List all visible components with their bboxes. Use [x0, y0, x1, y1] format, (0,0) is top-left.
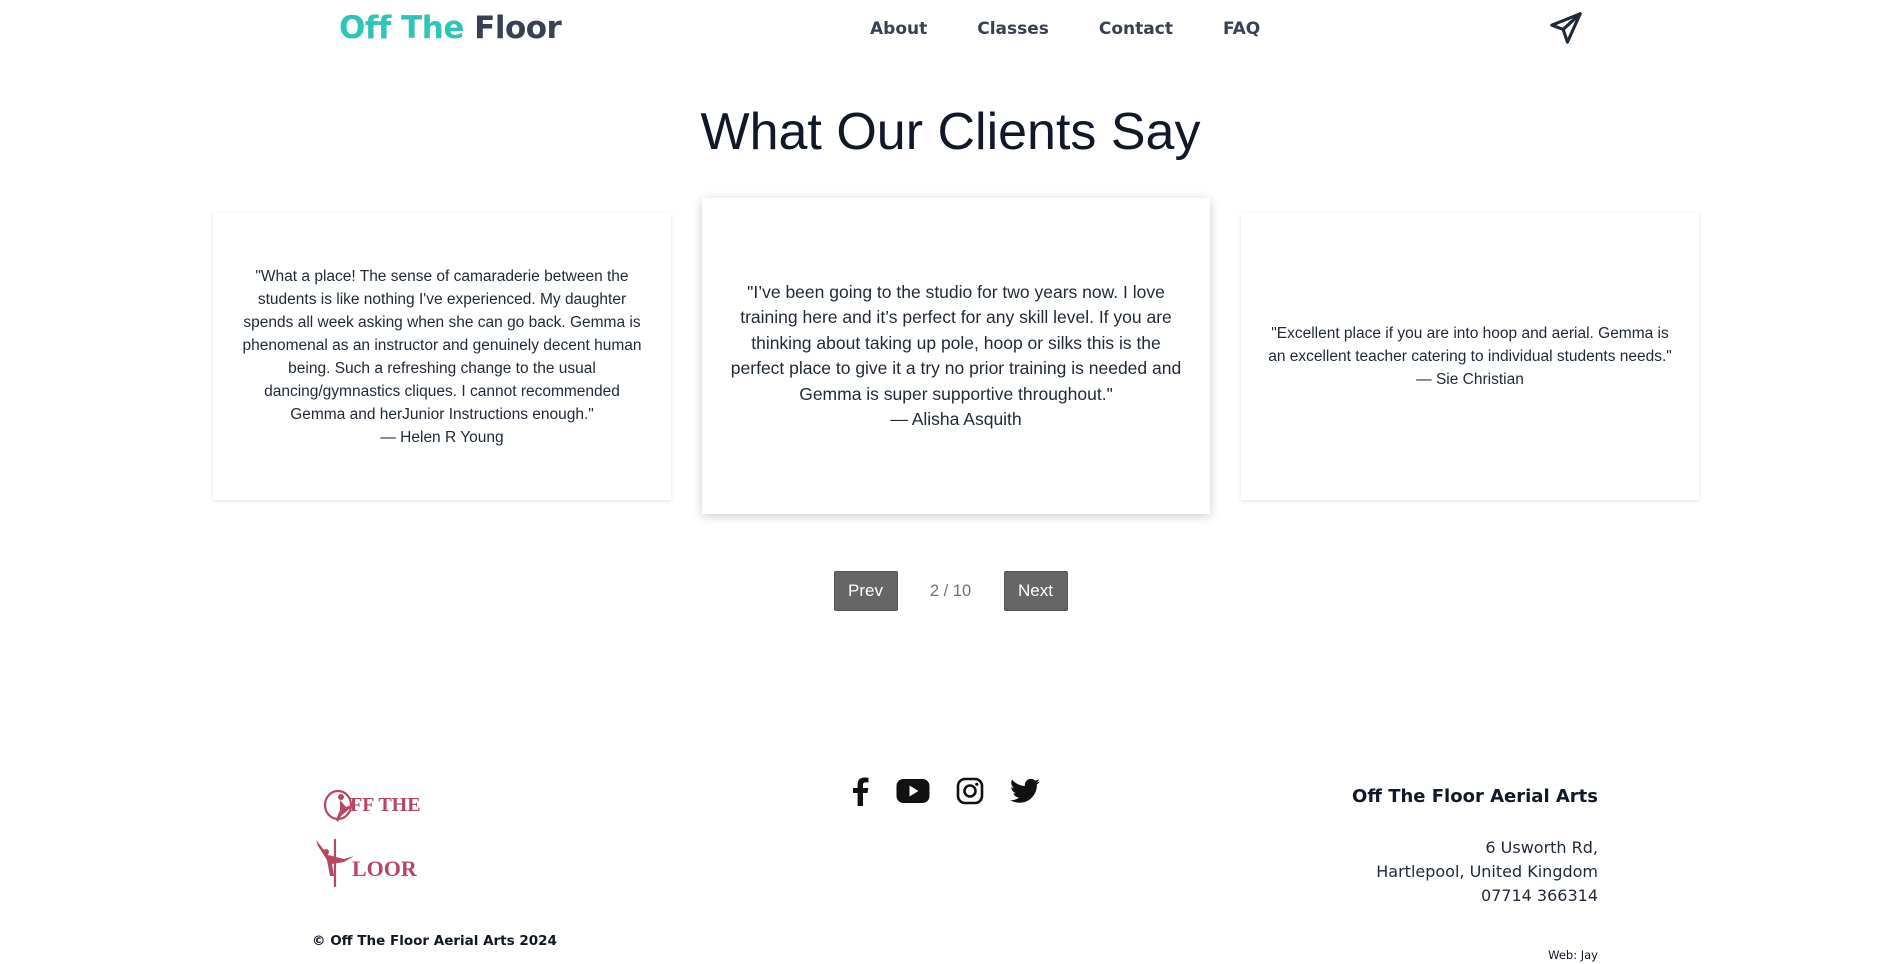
testimonial-author: — Helen R Young — [380, 428, 504, 446]
twitter-icon[interactable] — [1010, 778, 1040, 804]
address-line2: Hartlepool, United Kingdom — [1376, 862, 1598, 881]
nav-classes[interactable]: Classes — [977, 19, 1049, 39]
social-links — [850, 776, 1040, 806]
next-button[interactable]: Next — [1003, 571, 1068, 611]
testimonial-card-next: "Excellent place if you are into hoop an… — [1241, 213, 1699, 500]
testimonial-text: "What a place! The sense of camaraderie … — [237, 265, 647, 449]
brand-rest: Floor — [474, 10, 562, 46]
prev-button[interactable]: Prev — [833, 571, 898, 611]
footer-logo[interactable]: FF THE LOOR — [310, 780, 420, 890]
testimonial-author: — Sie Christian — [1416, 371, 1524, 388]
page-title: What Our Clients Say — [700, 103, 1201, 161]
web-credit[interactable]: Web: Jay — [1548, 948, 1598, 962]
instagram-icon[interactable] — [956, 777, 984, 805]
testimonial-author: — Alisha Asquith — [890, 409, 1022, 429]
testimonial-card-prev: "What a place! The sense of camaraderie … — [213, 213, 671, 500]
testimonial-quote: "What a place! The sense of camaraderie … — [242, 267, 642, 423]
testimonial-quote: "Excellent place if you are into hoop an… — [1268, 325, 1672, 365]
youtube-icon[interactable] — [896, 778, 930, 804]
testimonial-text: "I’ve been going to the studio for two y… — [728, 280, 1184, 433]
logo-text-top: FF THE — [350, 794, 420, 816]
brand-logo-text[interactable]: Off The Floor — [339, 10, 562, 46]
copyright: © Off The Floor Aerial Arts 2024 — [312, 933, 557, 949]
phone-number[interactable]: 07714 366314 — [1376, 884, 1598, 908]
testimonial-text: "Excellent place if you are into hoop an… — [1265, 322, 1675, 391]
brand-accent: Off The — [339, 10, 464, 46]
nav-faq[interactable]: FAQ — [1223, 19, 1260, 39]
address-line1: 6 Usworth Rd, — [1485, 838, 1598, 857]
main-nav: About Classes Contact FAQ — [870, 19, 1260, 39]
logo-text-bottom: LOOR — [352, 856, 418, 881]
page-indicator: 2 / 10 — [929, 581, 972, 600]
testimonial-card-current: "I’ve been going to the studio for two y… — [702, 198, 1210, 514]
site-header: Off The Floor About Classes Contact FAQ — [0, 0, 1901, 60]
footer-company-name: Off The Floor Aerial Arts — [1352, 786, 1598, 807]
nav-about[interactable]: About — [870, 19, 927, 39]
nav-contact[interactable]: Contact — [1099, 19, 1173, 39]
facebook-icon[interactable] — [850, 776, 870, 806]
paper-plane-icon[interactable] — [1549, 11, 1583, 45]
testimonial-quote: "I’ve been going to the studio for two y… — [730, 281, 1182, 404]
footer-address: 6 Usworth Rd, Hartlepool, United Kingdom… — [1376, 836, 1598, 908]
testimonial-pager: Prev 2 / 10 Next — [0, 571, 1901, 611]
